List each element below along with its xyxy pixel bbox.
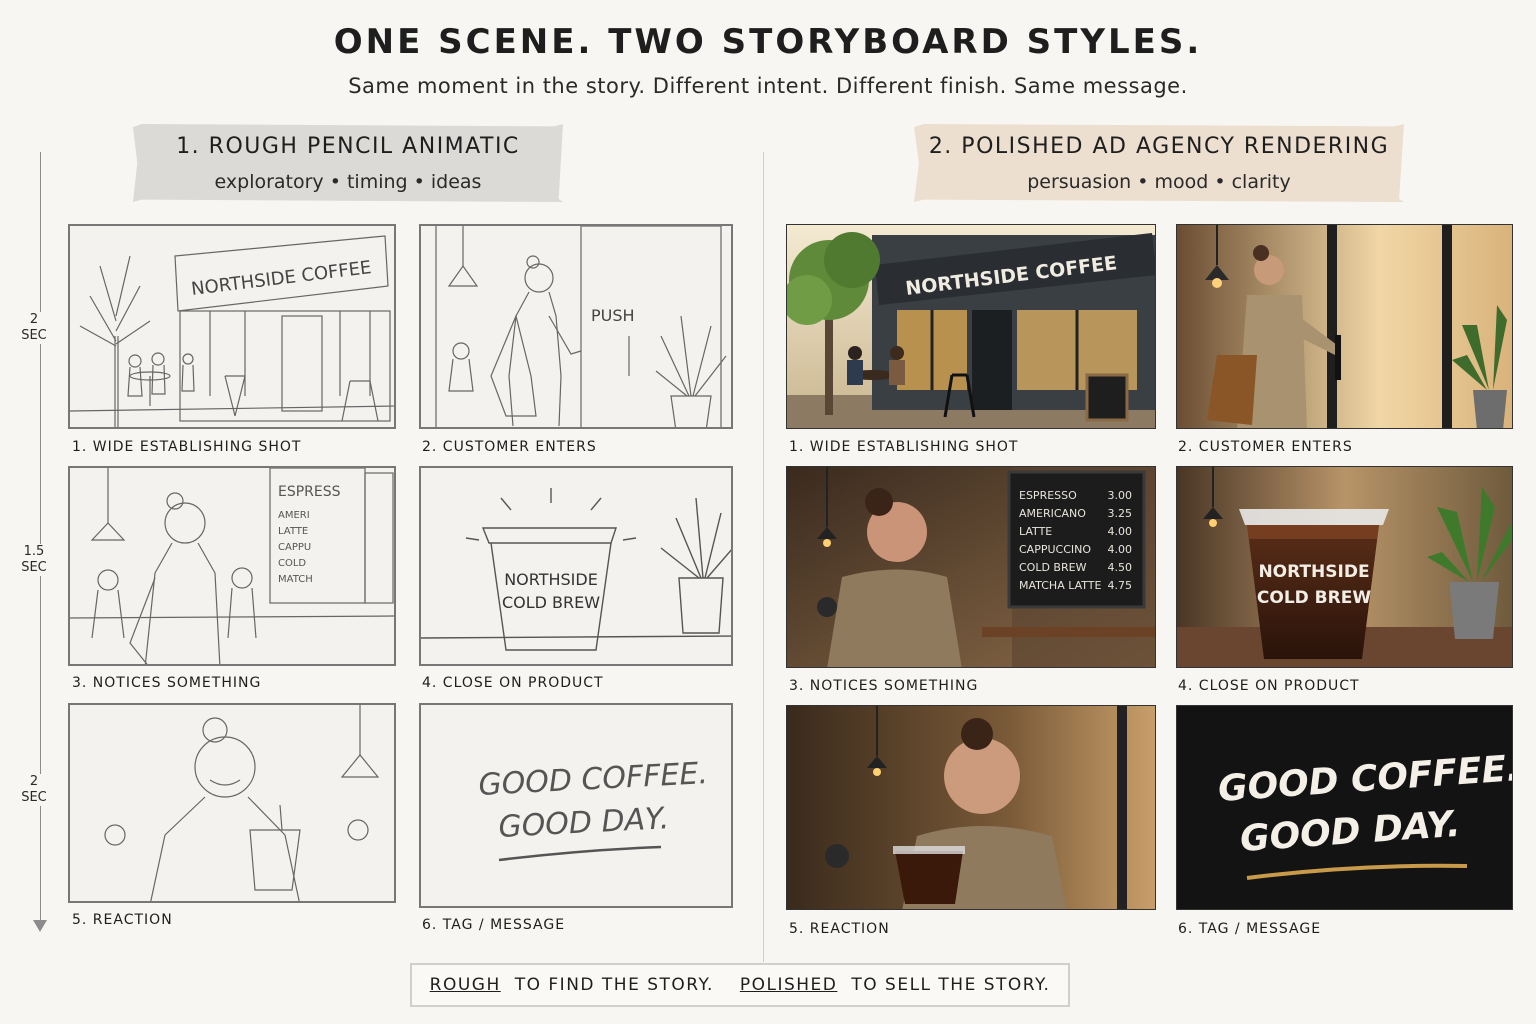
rough-menu-line-3: LATTE: [278, 526, 308, 537]
rough-tag-sketch: GOOD COFFEE. GOOD DAY.: [478, 756, 709, 862]
rough-storefront-sketch: NORTHSIDE COFFEE: [70, 235, 394, 427]
polished-frame-2: [1176, 224, 1513, 429]
polished-tagline: persuasion • mood • clarity: [1027, 171, 1291, 193]
polished-menu-price-2: 3.25: [1108, 507, 1133, 520]
rough-tag-line-2: GOOD DAY.: [498, 801, 670, 845]
polished-tag-line-2: GOOD DAY.: [1239, 804, 1462, 860]
rough-tagline: exploratory • timing • ideas: [214, 171, 482, 193]
rough-menu-line-6: MATCH: [278, 574, 313, 585]
timing-value: 2: [29, 312, 39, 327]
polished-caption-1: 1. WIDE ESTABLISHING SHOT: [789, 439, 1019, 455]
polished-menu-price-1: 3.00: [1108, 489, 1133, 502]
polished-frame-4: NORTHSIDE COLD BREW: [1176, 466, 1513, 668]
rough-frame-2: PUSH: [419, 224, 733, 429]
polished-frame-1: NORTHSIDE COFFEE: [786, 224, 1156, 429]
rough-frame-4: NORTHSIDE COLD BREW: [419, 466, 733, 666]
polished-menu-price-4: 4.00: [1108, 543, 1133, 556]
rough-tag-underline: [498, 845, 662, 862]
timeline-arrow-down-icon: [33, 920, 47, 932]
rough-menu-line-5: COLD: [278, 558, 306, 569]
polished-menu-item-3: LATTE: [1019, 525, 1052, 538]
polished-menu-price-6: 4.75: [1108, 579, 1133, 592]
rough-frame-5: [68, 703, 396, 903]
polished-menu-item-2: AMERICANO: [1019, 507, 1086, 520]
polished-cup-text-2: COLD BREW: [1257, 588, 1371, 608]
rough-menu-line-4: CAPPU: [278, 542, 311, 553]
polished-heading-text: 2. POLISHED AD AGENCY RENDERING: [928, 134, 1390, 159]
rough-caption-1: 1. WIDE ESTABLISHING SHOT: [72, 439, 302, 455]
polished-tag-render: GOOD COFFEE. GOOD DAY.: [1217, 748, 1513, 880]
rough-heading-text: 1. ROUGH PENCIL ANIMATIC: [176, 134, 520, 159]
polished-caption-6: 6. TAG / MESSAGE: [1178, 921, 1322, 937]
timing-label-row3: 2 SEC: [14, 774, 54, 806]
rough-tag-line-1: GOOD COFFEE.: [478, 756, 709, 803]
polished-reaction-render: [787, 706, 1155, 909]
rough-menu-line-2: AMERI: [278, 510, 310, 521]
timing-unit: SEC: [21, 328, 47, 343]
polished-menu-price-3: 4.00: [1108, 525, 1133, 538]
rough-cup-text-2: COLD BREW: [502, 593, 600, 612]
polished-product-closeup-render: NORTHSIDE COLD BREW: [1177, 467, 1512, 667]
rough-frame-3: ESPRESS AMERI LATTE CAPPU COLD MATCH: [68, 466, 396, 666]
rough-reaction-sketch: [104, 705, 380, 901]
timing-label-row1: 2 SEC: [14, 312, 54, 344]
polished-frame-3: ESPRESSO 3.00 AMERICANO 3.25 LATTE 4.00 …: [786, 466, 1156, 668]
rough-customer-enters-sketch: PUSH: [435, 226, 727, 427]
polished-frame-6: GOOD COFFEE. GOOD DAY.: [1176, 705, 1513, 910]
polished-caption-2: 2. CUSTOMER ENTERS: [1178, 439, 1353, 455]
polished-menu-item-5: COLD BREW: [1019, 561, 1087, 574]
rough-caption-5: 5. REACTION: [72, 912, 173, 928]
rough-cup-text-1: NORTHSIDE: [504, 570, 598, 589]
footer-rough-word: ROUGH: [429, 975, 501, 995]
timeline-line: [40, 152, 41, 927]
rough-frame-1: NORTHSIDE COFFEE: [68, 224, 396, 429]
page-subtitle: Same moment in the story. Different inte…: [348, 74, 1188, 98]
footer-banner: ROUGH TO FIND THE STORY. POLISHED TO SELL T…: [410, 963, 1070, 1007]
rough-frame-6: GOOD COFFEE. GOOD DAY.: [419, 703, 733, 908]
timing-unit: SEC: [21, 560, 47, 575]
rough-caption-6: 6. TAG / MESSAGE: [422, 917, 566, 933]
polished-menu-item-4: CAPPUCCINO: [1019, 543, 1091, 556]
polished-menu-price-5: 4.50: [1108, 561, 1133, 574]
polished-frame-5: [786, 705, 1156, 910]
rough-notices-something-sketch: ESPRESS AMERI LATTE CAPPU COLD MATCH: [70, 468, 394, 664]
polished-caption-4: 4. CLOSE ON PRODUCT: [1178, 678, 1360, 694]
polished-tag-underline: [1246, 863, 1468, 880]
timing-value: 2: [29, 774, 39, 789]
rough-sign-text: NORTHSIDE COFFEE: [190, 257, 372, 300]
polished-cup-text-1: NORTHSIDE: [1258, 562, 1369, 582]
footer-polished-word: POLISHED: [739, 975, 838, 995]
rough-menu-line-1: ESPRESS: [278, 484, 341, 500]
rough-caption-3: 3. NOTICES SOMETHING: [72, 675, 262, 691]
polished-customer-enters-render: [1177, 225, 1512, 428]
polished-storefront-render: NORTHSIDE COFFEE: [787, 225, 1155, 428]
polished-section-heading: 2. POLISHED AD AGENCY RENDERING persuasi…: [914, 124, 1404, 202]
rough-push-label: PUSH: [591, 306, 635, 325]
footer-rough-rest: TO FIND THE STORY.: [514, 975, 714, 995]
timing-unit: SEC: [21, 790, 47, 805]
polished-caption-3: 3. NOTICES SOMETHING: [789, 678, 979, 694]
timing-label-row2: 1.5 SEC: [14, 544, 54, 576]
polished-menu-item-6: MATCHA LATTE: [1019, 579, 1102, 592]
rough-caption-2: 2. CUSTOMER ENTERS: [422, 439, 597, 455]
rough-section-heading: 1. ROUGH PENCIL ANIMATIC exploratory • t…: [133, 124, 563, 202]
rough-product-closeup-sketch: NORTHSIDE COLD BREW: [421, 488, 731, 651]
page-title: ONE SCENE. TWO STORYBOARD STYLES.: [333, 22, 1203, 62]
timing-value: 1.5: [23, 544, 45, 559]
polished-notices-something-render: ESPRESSO 3.00 AMERICANO 3.25 LATTE 4.00 …: [787, 467, 1155, 667]
rough-caption-4: 4. CLOSE ON PRODUCT: [422, 675, 604, 691]
polished-tag-line-1: GOOD COFFEE.: [1217, 748, 1513, 810]
footer-polished-rest: TO SELL THE STORY.: [851, 975, 1051, 995]
polished-menu-item-1: ESPRESSO: [1019, 489, 1077, 502]
polished-caption-5: 5. REACTION: [789, 921, 890, 937]
column-divider: [763, 152, 764, 962]
